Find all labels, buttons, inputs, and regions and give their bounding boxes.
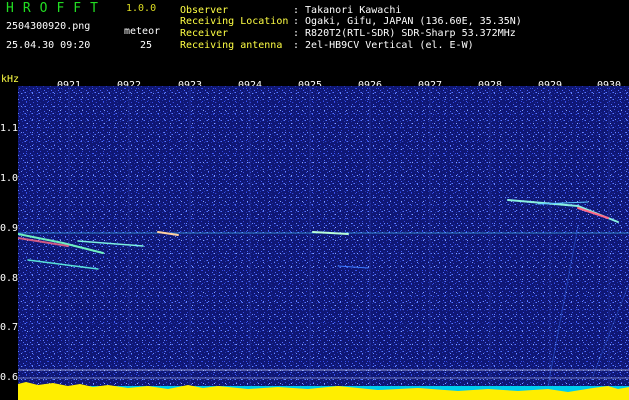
meteor-label: meteor xyxy=(124,26,161,37)
antenna-value: : 2el-HB9CV Vertical (el. E-W) xyxy=(293,40,474,51)
y-axis-unit: kHz xyxy=(1,74,20,85)
antenna-key: Receiving antenna xyxy=(180,40,283,51)
header-panel: HROFFT 1.0.0 2504300920.png 25.04.30 09:… xyxy=(0,0,629,74)
y-tick: 1.1 xyxy=(0,123,19,134)
y-tick: 0.7 xyxy=(0,322,19,333)
spectrogram-plot xyxy=(18,86,629,400)
location-value: : Ogaki, Gifu, JAPAN (136.60E, 35.35N) xyxy=(293,16,522,27)
app-title: HROFFT xyxy=(6,1,107,16)
y-tick: 0.6 xyxy=(0,372,19,383)
y-tick: 0.8 xyxy=(0,273,19,284)
location-key: Receiving Location xyxy=(180,16,289,27)
file-name: 2504300920.png xyxy=(6,21,91,32)
app-version: 1.0.0 xyxy=(126,3,157,14)
observer-value: : Takanori Kawachi xyxy=(293,5,402,16)
receiver-value: : R820T2(RTL-SDR) SDR-Sharp 53.372MHz xyxy=(293,28,516,39)
observer-key: Observer xyxy=(180,5,229,16)
y-tick: 0.9 xyxy=(0,223,19,234)
meteor-count: 25 xyxy=(140,40,153,51)
file-datetime: 25.04.30 09:20 xyxy=(6,40,91,51)
y-tick: 1.0 xyxy=(0,173,19,184)
receiver-key: Receiver xyxy=(180,28,229,39)
